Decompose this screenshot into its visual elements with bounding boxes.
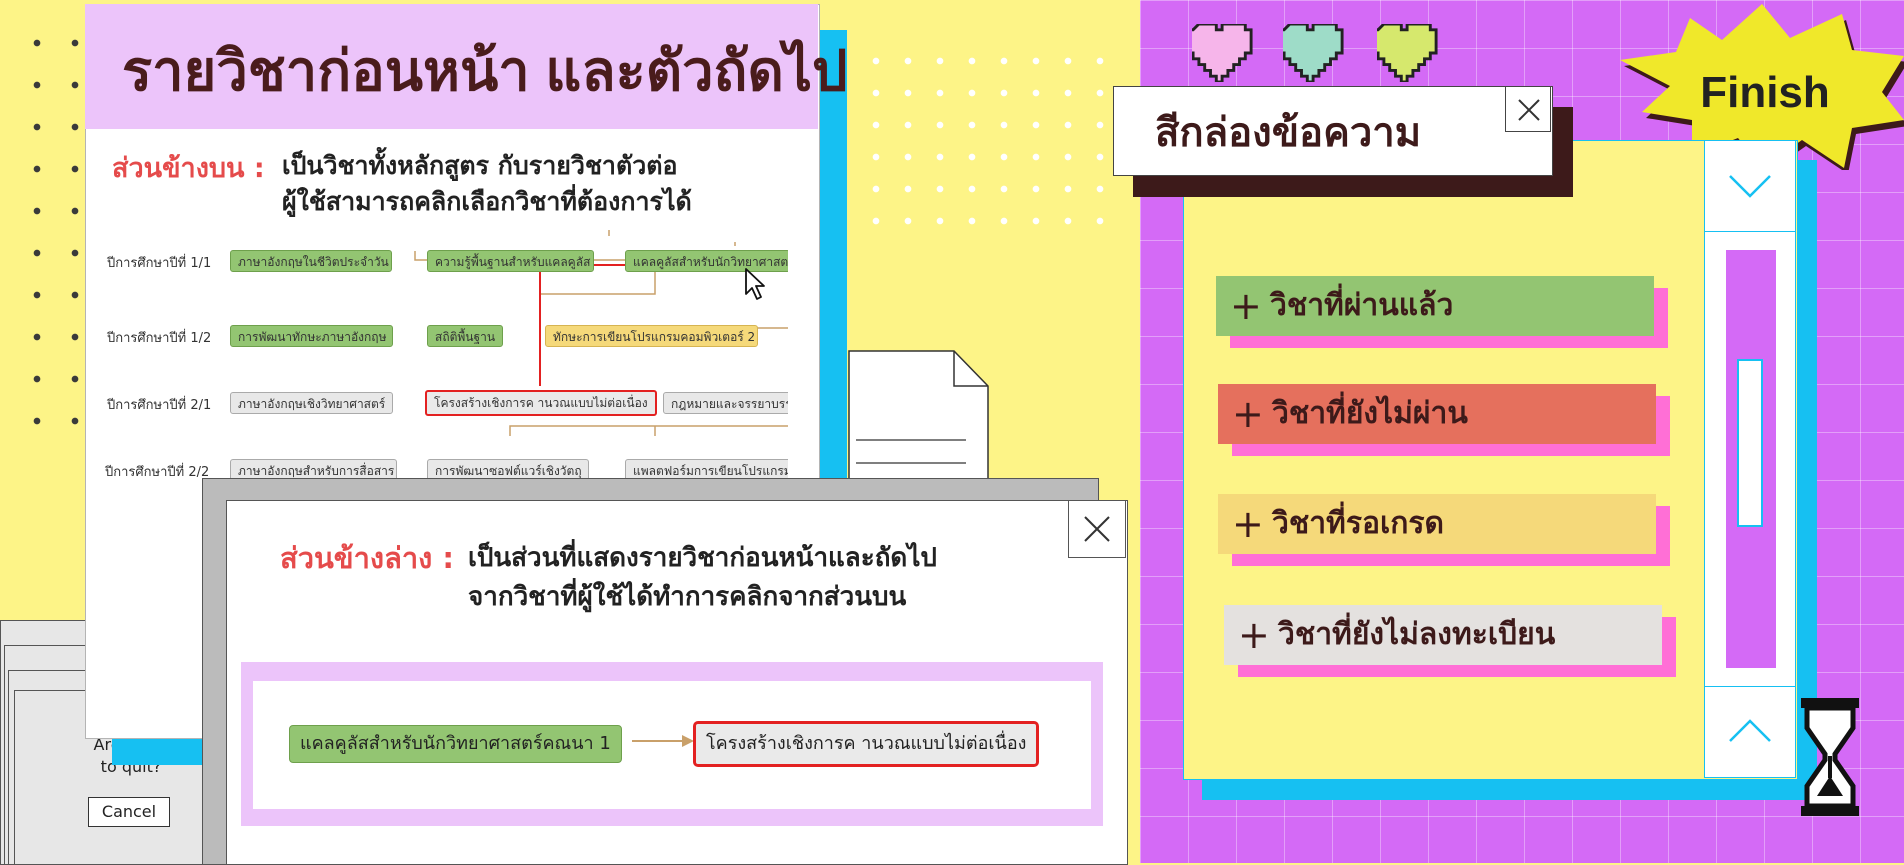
dot-pattern-middle — [860, 45, 1110, 245]
course-chip-selected[interactable]: โครงสร้างเชิงการค านวณแบบไม่ต่อเนื่อง — [425, 390, 657, 416]
legend-item-label: วิชาที่ยังไม่ผ่าน — [1272, 396, 1468, 431]
course-chip[interactable]: สถิติพื้นฐาน — [427, 325, 503, 347]
legend-item-not-registered[interactable]: + วิชาที่ยังไม่ลงทะเบียน — [1224, 605, 1662, 665]
scrollbar-thumb[interactable] — [1737, 359, 1763, 527]
course-chip[interactable]: ภาษาอังกฤษในชีวิตประจำวัน — [230, 250, 392, 272]
plus-icon: + — [1230, 284, 1262, 328]
row-label-1-1: ปีการศึกษาปีที่ 1/1 — [107, 256, 212, 271]
course-chip[interactable]: ภาษาอังกฤษเชิงวิทยาศาสตร์ — [230, 392, 393, 414]
heart-lime-icon — [1377, 24, 1438, 82]
course-chip[interactable]: การพัฒนาซอฟต์แวร์เชิงวัตถุ — [427, 459, 589, 478]
course-chip[interactable]: ภาษาอังกฤษสำหรับการสื่อสาร — [230, 459, 397, 478]
bottom-section-desc-line1: เป็นส่วนที่แสดงรายวิชาก่อนหน้าและถัดไป — [468, 543, 937, 573]
dot-pattern-left — [18, 22, 88, 442]
course-chip[interactable]: ทักษะการเขียนโปรแกรมคอมพิวเตอร์ 2 — [545, 325, 758, 347]
curriculum-map: ปีการศึกษาปีที่ 1/1 ภาษาอังกฤษในชีวิตประ… — [95, 230, 788, 478]
close-icon — [1518, 99, 1540, 121]
legend-item-label: วิชาที่ยังไม่ลงทะเบียน — [1278, 617, 1556, 652]
bottom-section-desc-line2: จากวิชาที่ผู้ใช้ได้ทำการคลิกจากส่วนบน — [468, 582, 907, 612]
close-icon — [1084, 516, 1110, 542]
finish-label[interactable]: Finish — [1700, 68, 1830, 118]
prerequisite-course-chip[interactable]: แคลคูลัสสำหรับนักวิทยาศาสตร์คณนา 1 — [289, 725, 622, 763]
row-label-2-2: ปีการศึกษาปีที่ 2/2 — [105, 465, 210, 478]
heart-mint-icon — [1283, 24, 1344, 82]
arrow-right-icon — [632, 735, 694, 747]
row-label-2-1: ปีการศึกษาปีที่ 2/1 — [107, 398, 212, 413]
heart-pink-icon — [1192, 24, 1253, 82]
scroll-top-button[interactable] — [1704, 140, 1796, 232]
course-chip[interactable]: กฎหมายและจรรยาบรรณ — [663, 392, 788, 414]
document-icon — [848, 350, 989, 495]
top-section-desc-line2: ผู้ใช้สามารถคลิกเลือกวิชาที่ต้องการได้ — [282, 187, 692, 216]
chevron-up-icon — [1729, 719, 1771, 742]
legend-item-label: วิชาที่ผ่านแล้ว — [1270, 288, 1454, 323]
legend-item-passed[interactable]: + วิชาที่ผ่านแล้ว — [1216, 276, 1654, 336]
plus-icon: + — [1232, 392, 1264, 436]
legend-item-failed[interactable]: + วิชาที่ยังไม่ผ่าน — [1218, 384, 1656, 444]
bottom-window-close-button[interactable] — [1068, 500, 1126, 558]
legend-item-waiting-grade[interactable]: + วิชาที่รอเกรด — [1218, 494, 1656, 554]
hourglass-icon — [1801, 698, 1859, 816]
plus-icon: + — [1232, 502, 1264, 546]
scroll-bottom-button[interactable] — [1704, 686, 1796, 778]
chevron-down-icon — [1729, 175, 1771, 198]
cancel-button[interactable]: Cancel — [88, 797, 170, 827]
course-chip[interactable]: ความรู้พื้นฐานสำหรับแคลคูลัส — [427, 250, 594, 272]
row-label-1-2: ปีการศึกษาปีที่ 1/2 — [107, 331, 212, 346]
legend-item-label: วิชาที่รอเกรด — [1272, 506, 1444, 541]
legend-close-button[interactable] — [1505, 86, 1551, 132]
bottom-section-label: ส่วนข้างล่าง : — [280, 541, 454, 575]
next-course-chip-selected[interactable]: โครงสร้างเชิงการค านวณแบบไม่ต่อเนื่อง — [693, 721, 1040, 767]
main-title: รายวิชาก่อนหน้า และตัวถัดไป — [122, 39, 848, 102]
top-section-desc-line1: เป็นวิชาทั้งหลักสูตร กับรายวิชาตัวต่อ — [282, 151, 678, 180]
plus-icon: + — [1238, 613, 1270, 657]
top-section-label: ส่วนข้างบน : — [112, 153, 265, 184]
course-chip[interactable]: แพลตฟอร์มการเขียนโปรแกรม — [625, 459, 788, 478]
mouse-cursor-icon — [745, 268, 765, 300]
course-chip[interactable]: การพัฒนาทักษะภาษาอังกฤษ — [230, 325, 393, 347]
legend-title: สีกล่องข้อความ — [1155, 110, 1422, 156]
